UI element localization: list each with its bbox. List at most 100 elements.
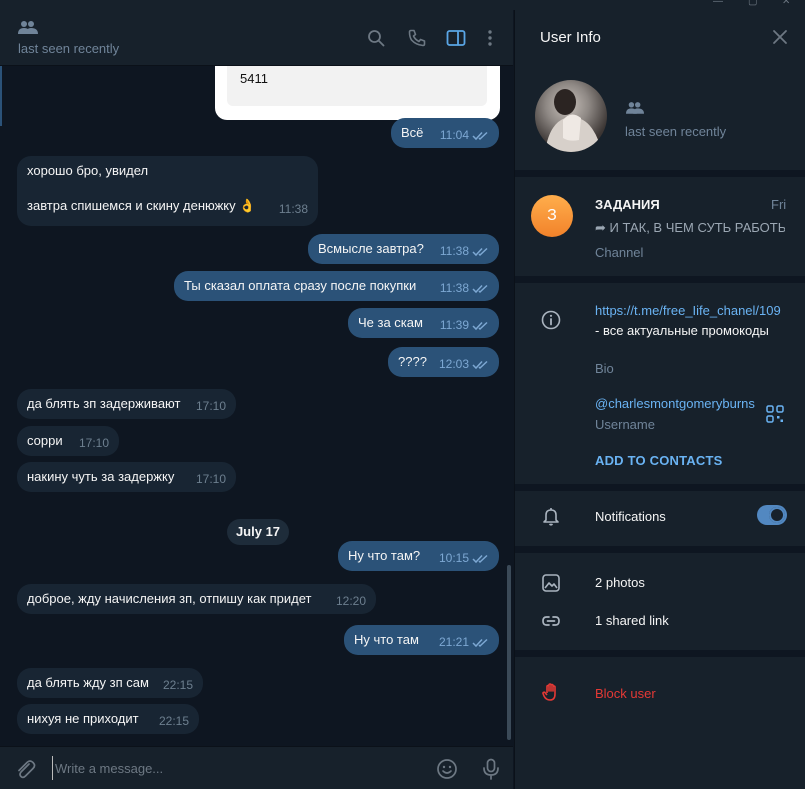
message-time: 11:39	[439, 318, 469, 332]
section-divider	[515, 484, 805, 491]
link-icon	[542, 616, 560, 626]
double-check-icon	[472, 321, 488, 331]
channel-last-message: ➦ И ТАК, В ЧЕМ СУТЬ РАБОТЫ	[595, 220, 785, 235]
message-text: накину чуть за задержку	[27, 469, 175, 484]
message-text: доброе, жду начисления зп, отпишу как пр…	[27, 591, 312, 606]
message-time: 10:15	[438, 551, 469, 565]
section-divider	[515, 276, 805, 283]
message-text: Ну что там	[354, 632, 419, 647]
message-incoming[interactable]: нихуя не приходит 22:15	[17, 704, 199, 734]
add-to-contacts-button[interactable]: ADD TO CONTACTS	[595, 453, 722, 468]
photos-icon	[542, 574, 560, 592]
message-outgoing[interactable]: Ты сказал оплата сразу после покупки 11:…	[174, 271, 499, 301]
chat-header[interactable]: last seen recently	[0, 10, 513, 66]
channel-type: Channel	[595, 245, 644, 260]
message-time: 17:10	[195, 399, 226, 413]
message-incoming[interactable]: сорри 17:10	[17, 426, 119, 456]
bio-link[interactable]: https://t.me/free_Iife_chanel/109	[595, 303, 781, 318]
message-time: 12:03	[438, 357, 469, 371]
message-time: 21:21	[438, 635, 469, 649]
bio-caption: Bio	[595, 361, 614, 376]
message-input[interactable]	[52, 756, 412, 780]
message-time: 22:15	[158, 714, 189, 728]
message-outgoing[interactable]: Всмысле завтра? 11:38	[308, 234, 499, 264]
bell-icon	[543, 508, 559, 526]
message-outgoing[interactable]: Всё 11:04	[391, 118, 499, 148]
notifications-toggle[interactable]	[757, 505, 787, 525]
profile-status: last seen recently	[625, 124, 727, 139]
phone-icon	[408, 29, 426, 47]
close-icon[interactable]	[771, 28, 789, 46]
message-outgoing[interactable]: Че за скам 11:39	[348, 308, 499, 338]
contact-status: last seen recently	[18, 41, 120, 56]
message-text: хорошо бро, увидел	[27, 163, 149, 178]
message-outgoing[interactable]: ???? 12:03	[388, 347, 499, 377]
profile-avatar[interactable]	[535, 80, 607, 152]
block-hand-icon	[542, 683, 556, 701]
message-text: Ну что там?	[348, 548, 421, 563]
shared-photos-label[interactable]: 2 photos	[595, 575, 645, 590]
message-scrollbar[interactable]	[507, 65, 511, 745]
panel-title: User Info	[540, 29, 601, 46]
message-text: да блять жду зп сам	[27, 675, 149, 690]
message-text: сорри	[27, 433, 63, 448]
maximize-icon[interactable]: ▢	[748, 0, 757, 7]
microphone-icon[interactable]	[480, 758, 502, 780]
search-button[interactable]	[364, 26, 388, 50]
chat-panel: last seen recently 5411 Всё 11:04 хорошо…	[0, 10, 513, 789]
section-divider	[515, 650, 805, 657]
double-check-icon	[472, 360, 488, 370]
message-time: 17:10	[78, 436, 109, 450]
message-text: ????	[398, 354, 427, 369]
search-icon	[368, 30, 385, 47]
bio-text: https://t.me/free_Iife_chanel/109 - все …	[595, 301, 781, 341]
sidebar-icon	[446, 30, 466, 46]
contact-group-icon	[626, 102, 644, 114]
message-time: 11:04	[439, 128, 469, 142]
double-check-icon	[472, 131, 488, 141]
emoji-icon[interactable]	[436, 758, 458, 780]
qr-code-icon[interactable]	[766, 405, 784, 423]
message-incoming[interactable]: накину чуть за задержку 17:10	[17, 462, 236, 492]
scrollbar-thumb[interactable]	[507, 565, 511, 740]
message-text: Всё	[401, 125, 424, 140]
message-time: 12:20	[335, 594, 366, 608]
message-time: 11:38	[439, 244, 469, 258]
message-incoming[interactable]: доброе, жду начисления зп, отпишу как пр…	[17, 584, 376, 614]
bio-description: - все актуальные промокоды	[595, 323, 769, 338]
block-user-button[interactable]: Block user	[595, 686, 656, 701]
username-value[interactable]: @charlesmontgomeryburns	[595, 396, 755, 411]
date-divider: July 17	[227, 519, 289, 545]
message-text: да блять зп задерживают	[27, 396, 181, 411]
message-time: 22:15	[162, 678, 193, 692]
message-list[interactable]: 5411 Всё 11:04 хорошо бро, увидел завтра…	[0, 66, 513, 746]
attach-icon[interactable]	[14, 758, 36, 780]
section-divider	[515, 170, 805, 177]
double-check-icon	[472, 284, 488, 294]
username-caption: Username	[595, 417, 655, 432]
message-time: 11:38	[439, 281, 469, 295]
double-check-icon	[472, 638, 488, 648]
double-check-icon	[472, 247, 488, 257]
message-text: Ты сказал оплата сразу после покупки	[184, 278, 417, 293]
channel-date: Fri	[771, 197, 787, 212]
message-outgoing[interactable]: Ну что там? 10:15	[338, 541, 499, 571]
message-time: 11:38	[278, 202, 308, 216]
message-composer	[0, 746, 513, 789]
channel-avatar: З	[531, 195, 573, 237]
section-divider	[515, 546, 805, 553]
notifications-label: Notifications	[595, 509, 666, 524]
close-window-icon[interactable]: ✕	[782, 0, 790, 7]
shared-links-label[interactable]: 1 shared link	[595, 613, 669, 628]
toggle-sidebar-button[interactable]	[444, 26, 468, 50]
more-menu-button[interactable]	[478, 26, 502, 50]
media-message-text: 5411	[240, 71, 268, 86]
call-button[interactable]	[405, 26, 429, 50]
message-outgoing[interactable]: Ну что там 21:21	[344, 625, 499, 655]
message-incoming[interactable]: да блять жду зп сам 22:15	[17, 668, 203, 698]
message-text: нихуя не приходит	[27, 711, 139, 726]
message-incoming[interactable]: хорошо бро, увидел завтра спишемся и ски…	[17, 156, 318, 226]
message-incoming[interactable]: да блять зп задерживают 17:10	[17, 389, 236, 419]
minimize-icon[interactable]: —	[713, 0, 723, 7]
profile-photo-image	[545, 89, 600, 152]
